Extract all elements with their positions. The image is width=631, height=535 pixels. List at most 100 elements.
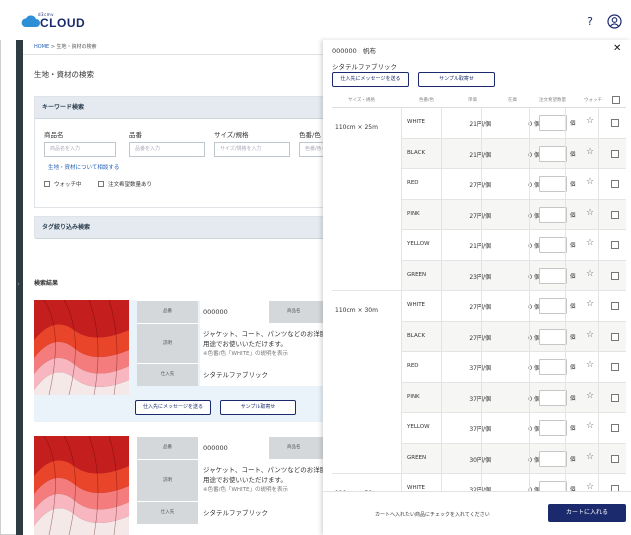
variant-color: PINK <box>407 210 420 217</box>
star-icon[interactable]: ☆ <box>586 330 594 340</box>
size-input[interactable]: サイズ/規格を入力 <box>214 142 290 157</box>
col-color: 色番/色 <box>419 98 435 103</box>
size-group: 110cm × 30m <box>332 291 402 474</box>
product-name-input[interactable]: 商品名を入力 <box>44 142 116 157</box>
variant-checkbox[interactable] <box>611 119 619 127</box>
fabric-thumbnail[interactable] <box>34 300 129 395</box>
description-text-2: 用途でお使いいただけます。 <box>203 340 287 348</box>
sample-request-button[interactable]: サンプル取寄せ <box>220 400 296 415</box>
result-info-table: 品番 000000 商品名 説明 ジャケット、コート、パンツなどのお洋服 用途で… <box>137 300 323 411</box>
variant-checkbox[interactable] <box>611 454 619 463</box>
order-qty-input[interactable] <box>539 206 567 223</box>
qty-unit: 個 <box>570 273 576 280</box>
order-qty-input[interactable] <box>539 298 567 314</box>
code-row: 品番 000000 商品名 <box>137 300 323 323</box>
star-icon[interactable]: ☆ <box>586 360 594 370</box>
order-qty-input[interactable] <box>539 420 567 436</box>
variant-price: 37円/個 <box>452 394 491 403</box>
variant-checkbox[interactable] <box>611 180 619 188</box>
order-qty-input[interactable] <box>539 328 567 345</box>
variant-stock: 0 個 <box>528 121 540 128</box>
close-icon[interactable]: ✕ <box>613 43 621 54</box>
field-label-color: 色番/色 <box>299 131 321 139</box>
variant-checkbox[interactable] <box>611 149 619 158</box>
variant-color: YELLOW <box>407 424 430 430</box>
variant-stock: 0 個 <box>528 426 540 433</box>
variant-color: WHITE <box>407 119 426 125</box>
variant-price: 27円/個 <box>452 333 491 342</box>
variant-color: WHITE <box>407 302 426 308</box>
variant-stock: 0 個 <box>528 182 540 189</box>
variant-checkbox[interactable] <box>611 302 619 310</box>
cloud-icon <box>21 15 40 27</box>
color-input[interactable]: 色番/色を入力 <box>299 142 323 157</box>
chevron-right-icon[interactable]: › <box>17 280 20 288</box>
order-qty-input[interactable] <box>539 237 567 253</box>
variant-color: RED <box>407 180 419 186</box>
order-qty-input[interactable] <box>539 115 567 131</box>
qty-unit: 個 <box>570 304 576 310</box>
variant-checkbox[interactable] <box>611 241 619 249</box>
panel-message-supplier-button[interactable]: 仕入先にメッセージを送る <box>332 72 409 87</box>
col-price: 単価 <box>468 98 477 103</box>
order-qty-input[interactable] <box>539 145 567 162</box>
variant-checkbox[interactable] <box>611 393 619 402</box>
order-qty-input[interactable] <box>539 359 567 375</box>
panel-product-header: 000000 帆布 <box>332 45 376 55</box>
variant-checkbox[interactable] <box>611 363 619 371</box>
star-icon[interactable]: ☆ <box>586 238 594 248</box>
supplier-row: 仕入先 シタテルファブリック <box>137 501 323 524</box>
order-qty-checkbox-label: 注文希望数量あり <box>108 182 153 188</box>
panel-sample-request-button[interactable]: サンプル取寄せ <box>418 72 495 87</box>
message-supplier-button[interactable]: 仕入先にメッセージを送る <box>135 400 211 415</box>
variant-stock: 0 個 <box>528 151 540 159</box>
add-to-cart-button[interactable]: カートに入れる <box>548 504 626 522</box>
description-note: ※色番/色「WHITE」の説明を表示 <box>203 351 288 357</box>
fabric-thumbnail[interactable] <box>34 436 129 535</box>
watch-checkbox[interactable] <box>44 181 50 187</box>
star-icon[interactable]: ☆ <box>586 299 594 309</box>
product-name-label: 商品名 <box>269 301 323 323</box>
brand-logo[interactable]: d3cmv CLOUD <box>20 12 100 32</box>
variant-checkbox[interactable] <box>611 271 619 280</box>
star-icon[interactable]: ☆ <box>586 269 594 279</box>
star-icon[interactable]: ☆ <box>586 177 594 187</box>
qty-unit: 個 <box>570 212 576 219</box>
breadcrumb-home[interactable]: HOME <box>34 44 49 50</box>
variant-checkbox[interactable] <box>611 210 619 219</box>
tag-search-section[interactable]: タグ絞り込み検索 <box>34 216 323 239</box>
description-text: ジャケット、コート、パンツなどのお洋服 <box>203 330 323 338</box>
order-qty-input[interactable] <box>539 450 567 467</box>
order-qty-input[interactable] <box>539 267 567 284</box>
variant-price: 37円/個 <box>452 424 491 433</box>
order-qty-input[interactable] <box>539 389 567 406</box>
consult-link[interactable]: 生地・資材について相談する <box>48 163 119 171</box>
star-icon[interactable]: ☆ <box>586 116 594 126</box>
variant-color: BLACK <box>407 149 426 156</box>
variant-checkbox[interactable] <box>611 424 619 432</box>
qty-unit: 個 <box>570 243 576 249</box>
variant-stock: 0 個 <box>528 304 540 311</box>
order-qty-input[interactable] <box>539 176 567 192</box>
variant-color: RED <box>407 363 419 369</box>
variant-checkbox[interactable] <box>611 332 619 341</box>
order-qty-checkbox[interactable] <box>98 181 104 187</box>
variant-row: GREEN 23円/個 0 個 個 ☆ <box>402 260 626 291</box>
user-circle-icon[interactable] <box>607 14 622 29</box>
star-icon[interactable]: ☆ <box>586 391 594 401</box>
column-divider <box>598 108 599 505</box>
qty-unit: 個 <box>570 456 576 463</box>
star-icon[interactable]: ☆ <box>586 208 594 218</box>
star-icon[interactable]: ☆ <box>586 147 594 157</box>
description-row: 説明 ジャケット、コート、パンツなどのお洋服 用途でお使いいただけます。 ※色番… <box>137 459 323 501</box>
star-icon[interactable]: ☆ <box>586 421 594 431</box>
product-code-input[interactable]: 品番を入力 <box>129 142 205 157</box>
side-collapse-bar[interactable]: › <box>16 40 23 535</box>
product-name-label: 商品名 <box>269 437 323 459</box>
variant-row: RED 37円/個 0 個 個 ☆ <box>402 352 626 383</box>
variant-row: GREEN 30円/個 0 個 個 ☆ <box>402 443 626 474</box>
select-all-checkbox[interactable] <box>612 96 620 104</box>
help-icon[interactable]: ? <box>583 15 597 29</box>
variant-color: GREEN <box>407 454 427 461</box>
star-icon[interactable]: ☆ <box>586 452 594 462</box>
